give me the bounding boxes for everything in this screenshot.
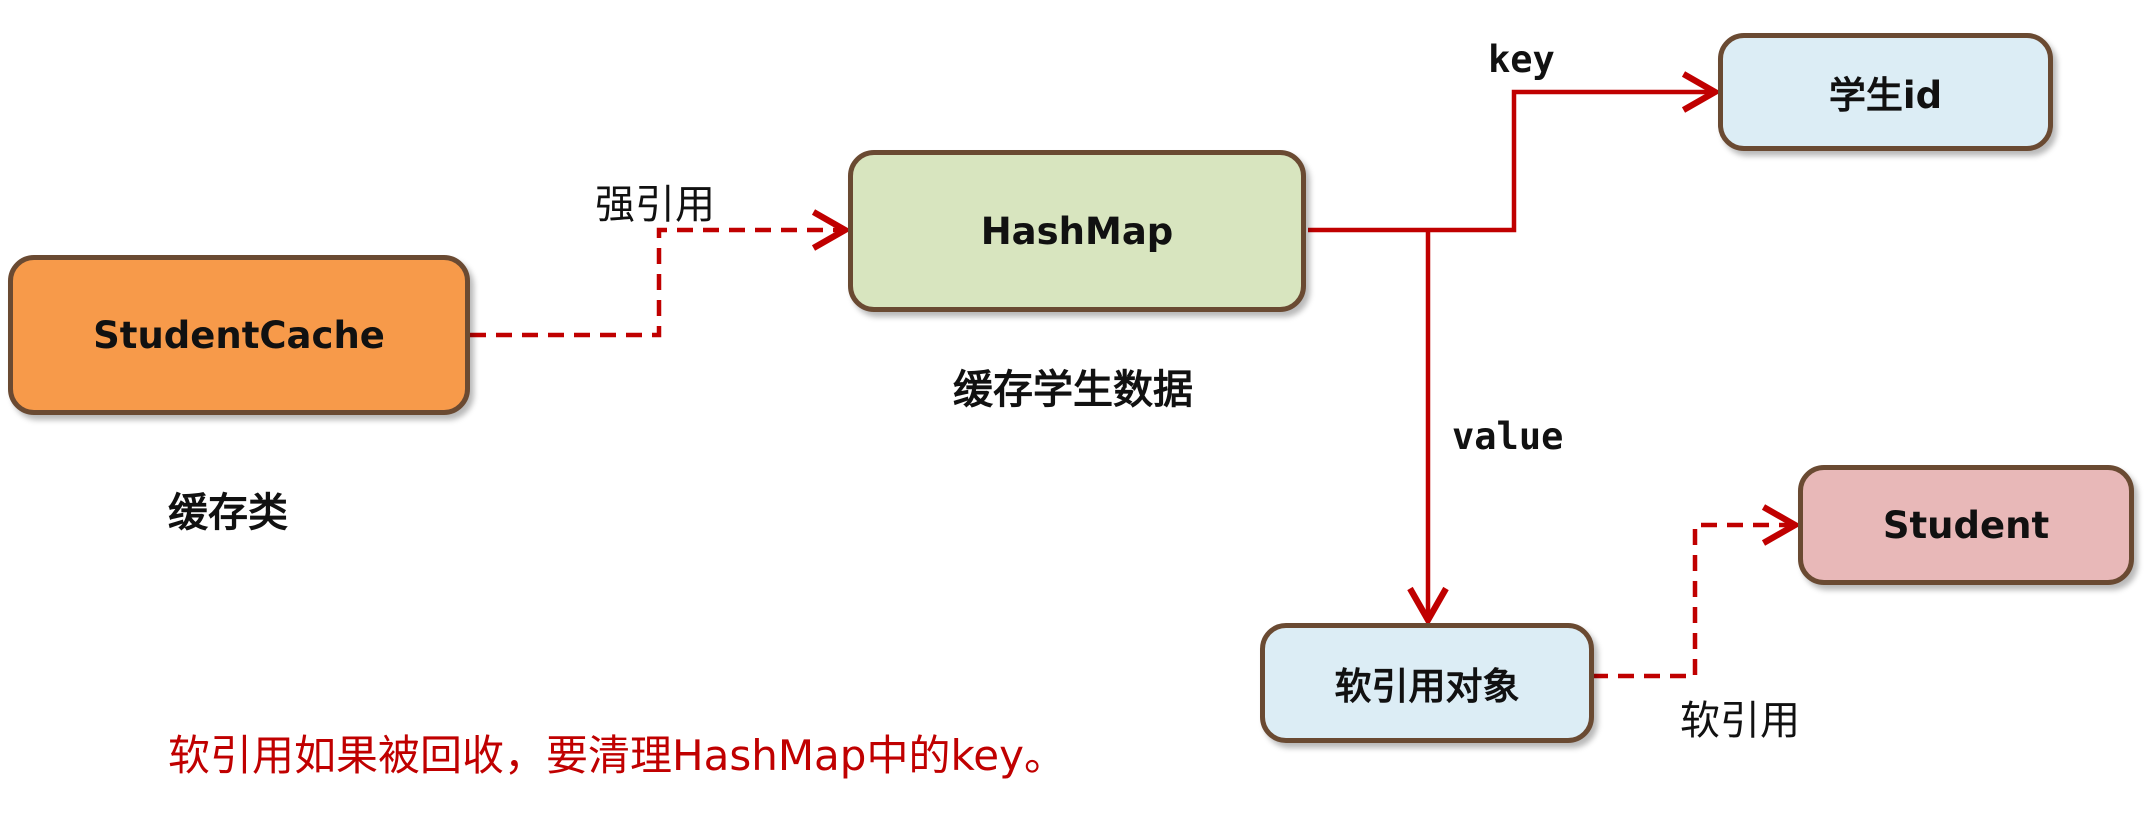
- student-node: Student: [1798, 465, 2134, 585]
- diagram-canvas: StudentCache HashMap 学生id 软引用对象 Student …: [0, 0, 2146, 816]
- cache-class-caption: 缓存类: [168, 490, 288, 536]
- strong-ref-label: 强引用: [595, 182, 715, 228]
- key-label: key: [1488, 38, 1555, 81]
- hashmap-node: HashMap: [848, 150, 1306, 312]
- soft-ref-object-node: 软引用对象: [1260, 623, 1594, 743]
- cache-student-data-caption: 缓存学生数据: [953, 367, 1193, 413]
- student-id-node: 学生id: [1718, 33, 2053, 151]
- strong-ref-connector: [470, 209, 852, 338]
- soft-ref-label: 软引用: [1680, 698, 1800, 744]
- value-label: value: [1452, 415, 1564, 458]
- hashmap-label: HashMap: [980, 209, 1174, 253]
- student-cache-node: StudentCache: [8, 255, 470, 415]
- key-connector: [1308, 71, 1722, 233]
- soft-ref-connector: [1592, 504, 1802, 679]
- student-cache-label: StudentCache: [93, 313, 385, 357]
- soft-ref-object-label: 软引用对象: [1334, 665, 1520, 708]
- student-id-label: 学生id: [1828, 74, 1943, 117]
- note-text: 软引用如果被回收，要清理HashMap中的key。: [168, 731, 1066, 780]
- student-label: Student: [1882, 503, 2050, 547]
